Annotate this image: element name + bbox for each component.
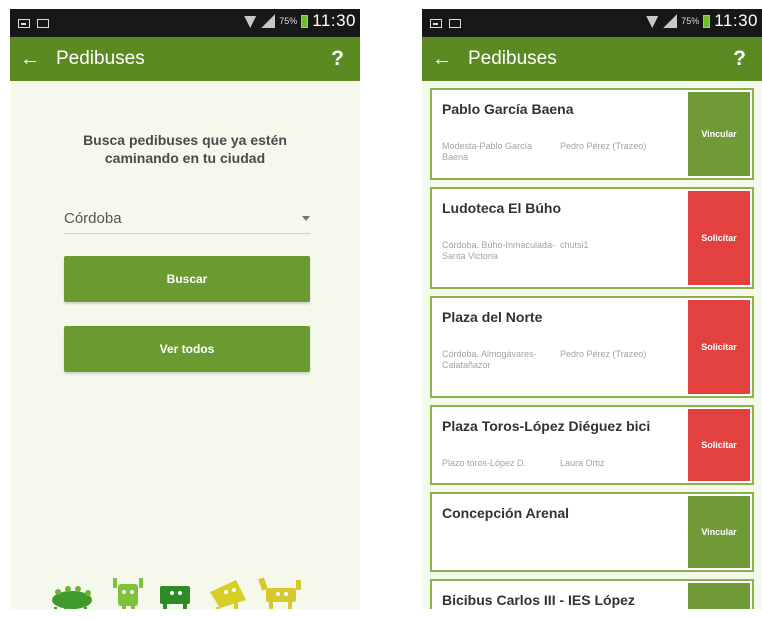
card-owner: Laura Ortiz (560, 458, 605, 468)
caterpillar-mascot (52, 586, 92, 609)
intro-text: Busca pedibuses que ya estén caminando e… (83, 132, 287, 166)
block-mascot (160, 586, 190, 609)
link-button[interactable] (688, 583, 750, 609)
status-bar: 75% 11:30 (10, 9, 360, 37)
robot-mascot (113, 578, 143, 609)
search-button[interactable]: Buscar (64, 256, 310, 302)
card-title: Pablo García Baena (442, 101, 574, 117)
pedibus-card: Concepción Arenal Vincular (430, 492, 754, 572)
card-route: Plazo toros-López D. (442, 458, 527, 468)
card-title: Ludoteca El Búho (442, 200, 561, 216)
card-title: Bicibus Carlos III - IES López (442, 592, 635, 608)
city-select[interactable]: Córdoba (64, 203, 310, 234)
page-title: Pedibuses (56, 48, 145, 69)
card-owner: Pedro Pérez (Trazeo) (560, 141, 647, 151)
battery-icon (301, 14, 309, 28)
picture-icon (430, 18, 442, 28)
status-bar: 75% 11:30 (422, 9, 762, 37)
city-select-value: Córdoba (64, 209, 122, 227)
signal-icon (261, 14, 276, 28)
signal-icon (663, 14, 678, 28)
card-route: Córdoba. Búho-Inmaculada-Santa Victoria (442, 240, 556, 261)
picture-icon (18, 18, 30, 28)
view-all-button[interactable]: Ver todos (64, 326, 310, 372)
pedibus-card: Plaza del Norte Córdoba. Almogávares-Cal… (430, 296, 754, 398)
pedibus-card: Bicibus Carlos III - IES López (430, 579, 754, 609)
help-icon[interactable]: ? (733, 37, 746, 81)
help-icon[interactable]: ? (331, 37, 344, 81)
pedibus-card: Ludoteca El Búho Córdoba. Búho-Inmaculad… (430, 187, 754, 289)
back-arrow-icon[interactable]: ← (10, 37, 50, 81)
card-title: Plaza del Norte (442, 309, 543, 325)
card-owner: Pedro Pérez (Trazeo) (560, 349, 647, 359)
battery-percent: 75% (279, 16, 298, 26)
clock: 11:30 (312, 11, 356, 30)
card-owner: chutsi1 (560, 240, 589, 250)
mascot-illustration (52, 577, 301, 609)
card-route: Modesta-Pablo García Baena (442, 141, 533, 162)
dog-mascot (258, 577, 301, 609)
wifi-icon (645, 14, 659, 28)
pedibus-list: Pablo García Baena Modesta-Pablo García … (422, 81, 762, 609)
cheese-mascot (210, 580, 246, 609)
results-screen: 75% 11:30 ← Pedibuses ? Pablo García Bae… (422, 9, 762, 609)
clock: 11:30 (714, 11, 758, 30)
wifi-icon (243, 14, 257, 28)
app-bar: ← Pedibuses ? (422, 37, 762, 81)
dropdown-caret-icon (302, 215, 310, 221)
page-title: Pedibuses (468, 48, 557, 69)
request-button[interactable]: Solicitar (688, 300, 750, 394)
battery-icon (703, 14, 711, 28)
request-button[interactable]: Solicitar (688, 409, 750, 481)
pedibus-card: Pablo García Baena Modesta-Pablo García … (430, 88, 754, 180)
card-title: Concepción Arenal (442, 505, 570, 521)
request-button[interactable]: Solicitar (688, 191, 750, 285)
notification-icon (449, 18, 461, 28)
card-route: Córdoba. Almogávares-Calatañazor (442, 349, 537, 370)
app-bar: ← Pedibuses ? (10, 37, 360, 81)
link-button[interactable]: Vincular (688, 92, 750, 176)
link-button[interactable]: Vincular (688, 496, 750, 568)
battery-percent: 75% (681, 16, 700, 26)
back-arrow-icon[interactable]: ← (422, 37, 462, 81)
notification-icon (37, 18, 49, 28)
search-screen: 75% 11:30 ← Pedibuses ? Busca pedibuses … (10, 9, 360, 609)
card-title: Plaza Toros-López Diéguez bici (442, 418, 651, 434)
pedibus-card: Plaza Toros-López Diéguez bici Plazo tor… (430, 405, 754, 485)
